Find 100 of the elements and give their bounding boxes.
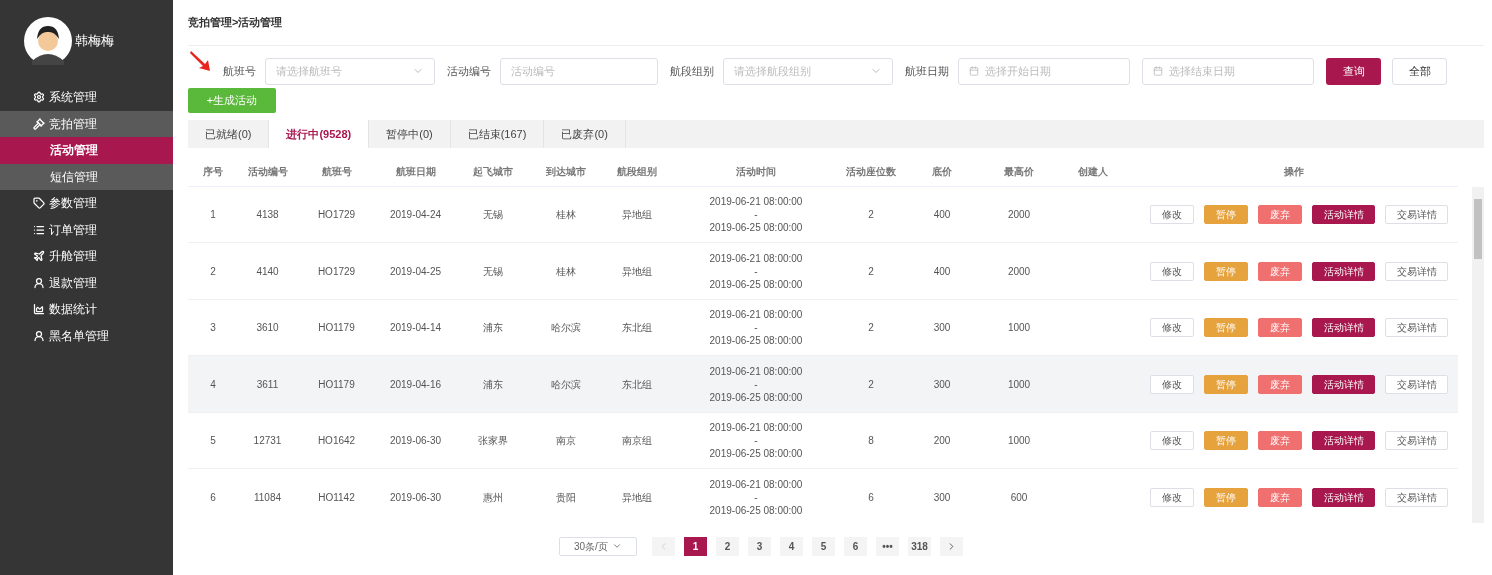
page-button[interactable]: 4 <box>780 536 803 556</box>
table-cell-text: 1 <box>209 208 217 222</box>
table-cell-text: 无锡 <box>481 264 504 279</box>
time-text: 2019-06-25 08:00:00 <box>709 503 803 517</box>
table-cell-text: 2019-06-30 <box>388 490 443 505</box>
action-button[interactable]: 修改 <box>1150 261 1194 281</box>
action-button[interactable]: 交易详情 <box>1385 374 1448 394</box>
query-button[interactable]: 查询 <box>1326 57 1381 85</box>
table-cell-text: 2019-04-25 <box>388 264 443 279</box>
gear-icon <box>33 91 45 104</box>
sidebar-item[interactable]: 竞拍管理 <box>0 110 173 137</box>
column-header: 操作 <box>1283 165 1305 180</box>
action-button[interactable]: 交易详情 <box>1385 431 1448 450</box>
page-button[interactable]: 2 <box>716 536 739 556</box>
table-cell-text: 600 <box>1009 490 1029 505</box>
time-text: - <box>754 321 758 334</box>
arrow-icon <box>190 50 212 72</box>
scrollbar[interactable] <box>1472 186 1484 523</box>
table-cell-text: HO1729 <box>316 264 357 279</box>
table-cell-text: 3 <box>209 321 217 335</box>
sidebar-subitem[interactable]: 短信管理 <box>0 163 173 190</box>
table-cell-text: 12731 <box>252 434 283 448</box>
page-size-select[interactable]: 30条/页 <box>559 536 637 556</box>
table-cell-text: 南京 <box>555 434 577 448</box>
time-text: 2019-06-25 08:00:00 <box>709 221 803 234</box>
all-button[interactable]: 全部 <box>1392 57 1447 85</box>
table-cell-text: HO1142 <box>317 490 356 505</box>
user-icon <box>33 276 45 289</box>
next-page-button[interactable] <box>940 536 963 556</box>
table-cell-text: 2000 <box>1006 264 1032 279</box>
table-cell-text: 3610 <box>255 321 280 335</box>
time-text: - <box>754 208 758 221</box>
table-cell-text: 2 <box>867 321 875 335</box>
user-name: 韩梅梅 <box>75 32 114 51</box>
status-tab[interactable]: 已废弃(0) <box>544 119 626 148</box>
table-cell-text: 桂林 <box>555 208 577 222</box>
sidebar-item[interactable]: 升舱管理 <box>0 243 173 270</box>
sidebar-item[interactable]: 黑名单管理 <box>0 322 173 349</box>
action-button[interactable]: 活动详情 <box>1312 261 1375 281</box>
page-button[interactable]: 5 <box>812 536 835 556</box>
user-icon <box>33 329 45 342</box>
action-button[interactable]: 修改 <box>1150 431 1194 450</box>
table-cell-text: 6 <box>209 490 217 505</box>
time-text: 2019-06-25 08:00:00 <box>709 447 803 460</box>
status-tab[interactable]: 暂停中(0) <box>369 119 451 148</box>
action-button[interactable]: 交易详情 <box>1385 205 1448 224</box>
action-button[interactable]: 修改 <box>1150 205 1194 224</box>
table-cell-text: 浦东 <box>481 321 504 335</box>
column-header: 航班号 <box>320 165 353 180</box>
table-cell-text: 异地组 <box>621 264 653 279</box>
table-cell-text: 6 <box>867 490 875 505</box>
tag-icon <box>33 197 45 210</box>
table-cell-text: 4 <box>209 377 217 392</box>
action-button[interactable]: 活动详情 <box>1312 205 1375 224</box>
action-button[interactable]: 活动详情 <box>1312 431 1375 450</box>
sidebar-item[interactable]: 退款管理 <box>0 269 173 296</box>
table-cell-text: 400 <box>932 208 952 222</box>
column-header: 活动编号 <box>246 165 289 180</box>
page-button[interactable]: 6 <box>844 536 867 556</box>
status-tab[interactable]: 进行中(9528) <box>269 119 370 148</box>
page-button[interactable]: 1 <box>684 536 707 556</box>
table-cell-text: HO1729 <box>316 208 357 222</box>
time-text: 2019-06-25 08:00:00 <box>709 334 803 347</box>
table-cell-text: 4140 <box>255 264 280 279</box>
page-button[interactable]: 318 <box>908 536 931 556</box>
table-cell-text: 2 <box>209 264 217 279</box>
action-button[interactable]: 活动详情 <box>1312 318 1375 337</box>
page-button[interactable]: 3 <box>748 536 771 556</box>
table-cell-text: 2019-06-30 <box>388 434 443 448</box>
sidebar-item[interactable]: 参数管理 <box>0 190 173 217</box>
filter-label: 航班日期 <box>905 63 949 79</box>
table-cell-text: 3611 <box>255 377 280 392</box>
sidebar-item[interactable]: 数据统计 <box>0 296 173 323</box>
action-button[interactable]: 修改 <box>1150 318 1194 337</box>
table-cell-text: HO1179 <box>317 377 356 392</box>
page-button[interactable]: ••• <box>876 536 899 556</box>
action-button[interactable]: 活动详情 <box>1312 374 1375 394</box>
gavel-icon <box>33 117 45 130</box>
calendar-icon <box>1153 66 1163 76</box>
time-text: - <box>754 377 758 391</box>
table-cell-text: 300 <box>932 490 952 505</box>
table-cell-text: 张家界 <box>476 434 509 448</box>
previous-page-button[interactable] <box>652 536 675 556</box>
action-button[interactable]: 修改 <box>1150 374 1194 394</box>
action-button[interactable]: 活动详情 <box>1312 487 1375 507</box>
action-button[interactable]: 交易详情 <box>1385 318 1448 337</box>
table-cell-text: 惠州 <box>481 490 504 505</box>
table-cell-text: 1000 <box>1006 377 1032 392</box>
calendar-icon <box>969 66 979 76</box>
sidebar-item[interactable]: 系统管理 <box>0 84 173 111</box>
table-cell-text: 贵阳 <box>555 490 577 505</box>
action-button[interactable]: 修改 <box>1150 487 1194 507</box>
action-button[interactable]: 交易详情 <box>1385 487 1448 507</box>
status-tab[interactable]: 已结束(167) <box>450 119 545 148</box>
sidebar-subitem[interactable]: 活动管理 <box>0 137 173 164</box>
table-cell-text: 2019-04-24 <box>388 208 443 222</box>
sidebar-item[interactable]: 订单管理 <box>0 216 173 243</box>
action-button[interactable]: 交易详情 <box>1385 261 1448 281</box>
time-text: 2019-06-21 08:00:00 <box>709 308 803 321</box>
table-cell-text: 南京组 <box>621 434 653 448</box>
